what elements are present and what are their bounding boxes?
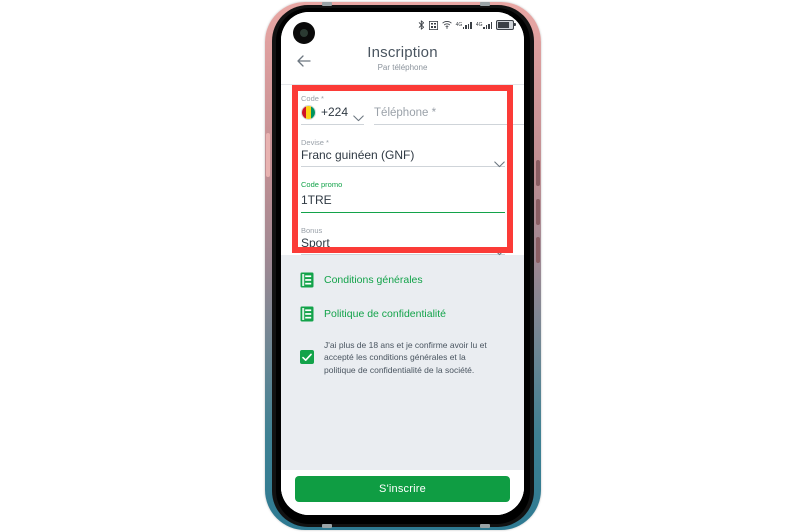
promo-code-input[interactable] (301, 192, 505, 207)
page-title: Inscription (367, 44, 438, 61)
chevron-down-icon (353, 109, 364, 121)
guinea-flag-icon (301, 104, 316, 120)
volume-button[interactable] (266, 133, 270, 177)
promo-code-field: Code promo (301, 181, 505, 213)
battery-icon (496, 20, 516, 30)
bluetooth-icon (418, 20, 425, 30)
promo-code-label: Code promo (301, 180, 343, 189)
antenna-band-bottom-right (480, 524, 490, 528)
sim1-network-label: 4G (455, 21, 463, 28)
bonus-label: Bonus (301, 225, 323, 235)
phone-row: +224 (301, 104, 524, 125)
content-area: Code * +224 Devis (281, 85, 524, 515)
country-code-value: +224 (321, 105, 349, 119)
power-button-segment-3[interactable] (536, 237, 540, 263)
link-label: Conditions générales (324, 274, 423, 286)
currency-value: Franc guinéen (GNF) (301, 148, 415, 162)
status-bar-icons: 4G 4G (418, 20, 516, 30)
bonus-select[interactable]: Sport (301, 236, 505, 256)
device-stage: 4G 4G Inscription Par téléphone Code * +… (0, 0, 808, 532)
bonus-field: Bonus Sport (301, 225, 505, 256)
antenna-band-top-left (322, 2, 332, 6)
registration-form-card: Code * +224 Devis (281, 85, 524, 256)
currency-field: Devise * Franc guinéen (GNF) (301, 137, 505, 168)
power-button-segment-2[interactable] (536, 199, 540, 225)
app-header: Inscription Par téléphone (281, 38, 524, 85)
age-consent-checkbox[interactable] (300, 350, 314, 365)
chevron-down-icon (494, 155, 505, 168)
age-consent-row: J'ai plus de 18 ans et je confirme avoir… (281, 331, 524, 376)
country-code-select[interactable]: +224 (301, 104, 365, 125)
phone-input[interactable] (374, 106, 524, 125)
nfc-icon (428, 20, 438, 30)
footer-bar: S'inscrire (281, 470, 524, 515)
status-bar: 4G 4G (281, 12, 524, 38)
link-label: Politique de confidentialité (324, 308, 447, 320)
checkmark-icon (302, 353, 312, 361)
submit-registration-button[interactable]: S'inscrire (295, 476, 510, 502)
phone-screen: 4G 4G Inscription Par téléphone Code * +… (281, 12, 524, 515)
currency-select[interactable]: Franc guinéen (GNF) (301, 148, 505, 168)
link-terms-and-conditions[interactable]: Conditions générales (281, 263, 524, 297)
chevron-down-icon (494, 243, 505, 256)
age-consent-text: J'ai plus de 18 ans et je confirme avoir… (324, 340, 487, 375)
legal-links: Conditions générales Politique de confid… (281, 263, 524, 376)
form-fields: Code * +224 Devis (301, 95, 524, 256)
sim1-signal-icon: 4G (456, 21, 472, 29)
document-icon (300, 272, 314, 288)
code-field-label-wrap: Code * (301, 95, 505, 103)
antenna-band-top-right (480, 2, 490, 6)
link-privacy-policy[interactable]: Politique de confidentialité (281, 297, 524, 331)
code-label: Code * (301, 94, 324, 103)
document-icon (300, 306, 314, 322)
bonus-value: Sport (301, 236, 330, 250)
wifi-icon (441, 21, 452, 29)
front-camera-punch-hole (293, 22, 315, 44)
power-button[interactable] (536, 160, 540, 186)
promo-code-input-wrap (301, 191, 505, 213)
sim2-network-label: 4G (475, 21, 483, 28)
antenna-band-bottom-left (322, 524, 332, 528)
sim2-signal-icon: 4G (476, 21, 492, 29)
page-subtitle: Par téléphone (377, 63, 428, 72)
header-titles: Inscription Par téléphone (281, 44, 524, 72)
currency-label: Devise * (301, 137, 329, 147)
